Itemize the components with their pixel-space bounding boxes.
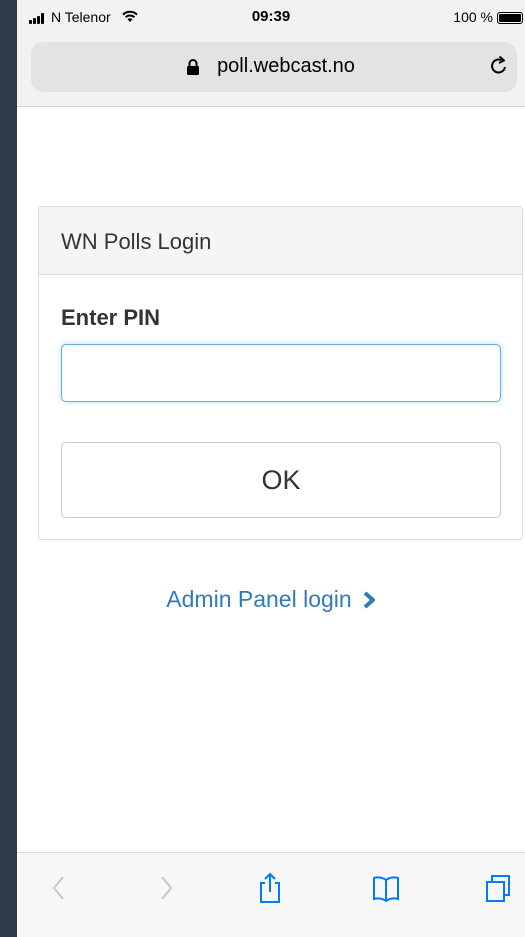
address-bar-area: poll.webcast.no <box>17 34 525 107</box>
panel-heading: WN Polls Login <box>39 207 522 275</box>
browser-toolbar <box>17 852 525 937</box>
bookmarks-icon[interactable] <box>371 871 401 905</box>
ok-button[interactable]: OK <box>61 442 501 518</box>
back-icon[interactable] <box>45 871 75 905</box>
panel-title: WN Polls Login <box>61 229 212 254</box>
url-text[interactable]: poll.webcast.no <box>31 55 517 78</box>
share-icon[interactable] <box>255 871 285 905</box>
chevron-right-icon <box>363 591 375 609</box>
status-bar: N Telenor 09:39 100 % <box>17 0 525 34</box>
pin-input[interactable] <box>61 344 501 402</box>
reload-icon[interactable] <box>487 54 511 78</box>
phone-screen: N Telenor 09:39 100 % poll.webcast.no WN… <box>17 0 525 937</box>
admin-panel-login-link[interactable]: Admin Panel login <box>17 586 525 613</box>
admin-link-label: Admin Panel login <box>166 586 352 612</box>
login-panel: WN Polls Login Enter PIN OK <box>38 206 523 540</box>
pin-label: Enter PIN <box>61 305 161 330</box>
address-bar[interactable]: poll.webcast.no <box>31 42 517 92</box>
forward-icon[interactable] <box>150 871 180 905</box>
tabs-icon[interactable] <box>483 871 513 905</box>
battery-icon <box>497 12 523 24</box>
status-time: 09:39 <box>251 8 291 25</box>
battery-percent: 100 % <box>453 9 493 25</box>
